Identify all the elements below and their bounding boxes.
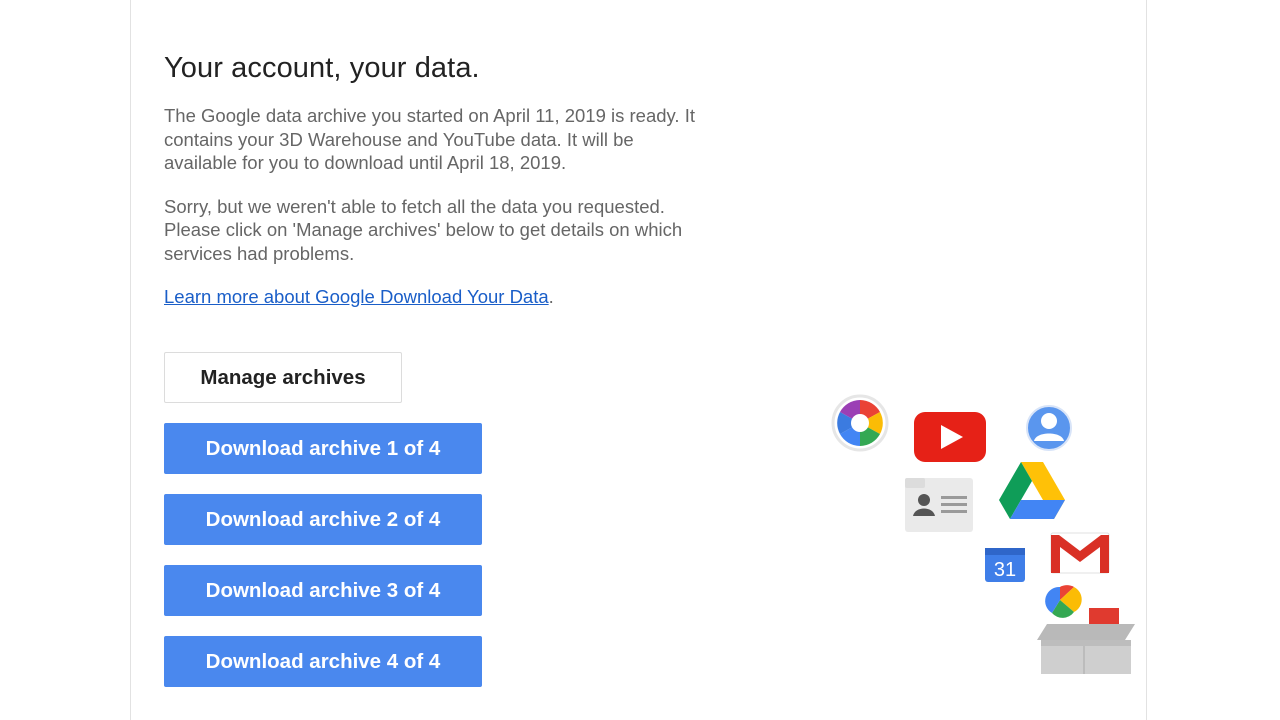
learn-more-link[interactable]: Learn more about Google Download Your Da… xyxy=(164,286,549,307)
fetch-error-paragraph: Sorry, but we weren't able to fetch all … xyxy=(164,195,683,264)
youtube-icon xyxy=(914,412,986,462)
google-services-illustration: 31 xyxy=(831,394,1135,674)
page: Your account, your data. The Google data… xyxy=(0,0,1280,720)
download-archive-3-button[interactable]: Download archive 3 of 4 xyxy=(164,565,482,616)
download-archive-2-button[interactable]: Download archive 2 of 4 xyxy=(164,494,482,545)
download-archive-1-button[interactable]: Download archive 1 of 4 xyxy=(164,423,482,474)
hangouts-icon xyxy=(1045,585,1083,618)
archive-ready-paragraph: The Google data archive you started on A… xyxy=(164,105,695,173)
email-heading: Your account, your data. xyxy=(164,52,480,84)
drive-icon xyxy=(999,462,1065,519)
learn-more-period: . xyxy=(548,286,554,307)
contacts-card-icon xyxy=(905,478,973,532)
gmail-icon xyxy=(1050,532,1110,574)
picasa-icon xyxy=(831,394,889,452)
manage-archives-button[interactable]: Manage archives xyxy=(164,352,402,403)
email-content: Your account, your data. The Google data… xyxy=(164,50,704,309)
download-archive-4-button[interactable]: Download archive 4 of 4 xyxy=(164,636,482,687)
calendar-icon: 31 xyxy=(985,548,1025,582)
archive-buttons: Manage archives Download archive 1 of 4 … xyxy=(164,352,482,687)
archive-box-icon xyxy=(1037,608,1135,674)
calendar-number: 31 xyxy=(994,559,1016,581)
learn-more-line: Learn more about Google Download Your Da… xyxy=(164,285,704,309)
profile-icon xyxy=(1026,405,1072,451)
